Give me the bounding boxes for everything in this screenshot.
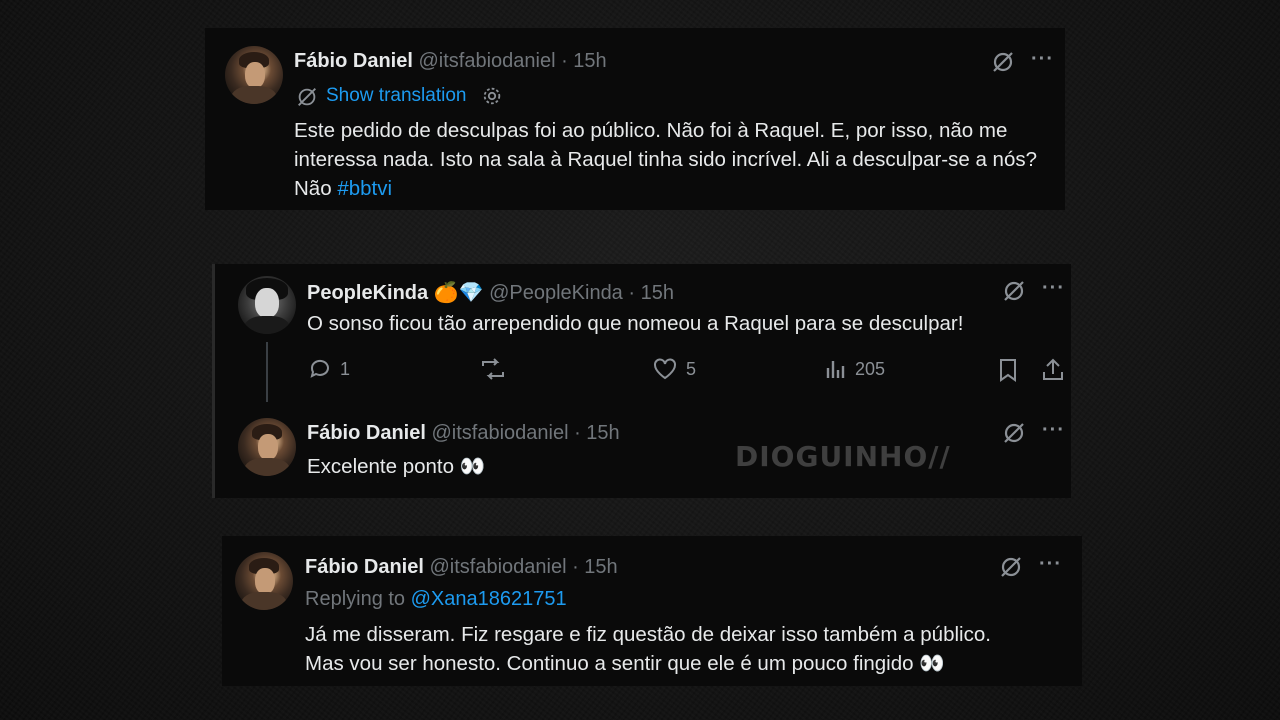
- tweet-text: Este pedido de desculpas foi ao público.…: [294, 116, 1054, 203]
- view-count: 205: [855, 358, 886, 379]
- more-icon[interactable]: ···: [1039, 553, 1062, 576]
- author-name[interactable]: Fábio Daniel: [305, 556, 424, 578]
- timestamp[interactable]: · 15h: [574, 422, 620, 444]
- translate-icon[interactable]: [295, 85, 319, 109]
- author-name[interactable]: Fábio Daniel: [307, 422, 426, 444]
- avatar[interactable]: [235, 552, 293, 610]
- watermark: DIOGUINHO//: [735, 440, 951, 473]
- like-count: 5: [686, 358, 697, 379]
- grok-icon[interactable]: [1001, 420, 1027, 446]
- show-translation-link[interactable]: Show translation: [326, 85, 466, 107]
- reply-button[interactable]: 1: [308, 357, 350, 381]
- reply-icon: [310, 359, 329, 378]
- author-handle[interactable]: @itsfabiodaniel: [418, 50, 555, 72]
- emoji-badges: 🍊💎: [433, 282, 484, 304]
- author-name[interactable]: PeopleKinda: [307, 282, 428, 304]
- bookmark-icon[interactable]: [997, 357, 1019, 383]
- author-handle[interactable]: @PeopleKinda: [489, 282, 623, 304]
- grok-icon[interactable]: [998, 554, 1024, 580]
- tweet-card-4[interactable]: Fábio Daniel @itsfabiodaniel · 15h ··· R…: [222, 536, 1082, 686]
- tweet-text-line-1: Já me disseram. Fiz resgare e fiz questã…: [305, 623, 991, 646]
- share-icon[interactable]: [1041, 357, 1065, 383]
- more-icon[interactable]: ···: [1042, 419, 1065, 442]
- timestamp[interactable]: · 15h: [628, 282, 674, 304]
- retweet-icon: [482, 358, 504, 380]
- timestamp[interactable]: · 15h: [561, 50, 607, 72]
- replying-label: Replying to: [305, 588, 406, 610]
- like-button[interactable]: 5: [652, 357, 696, 381]
- retweet-button[interactable]: [479, 357, 507, 381]
- views-button[interactable]: 205: [825, 357, 885, 381]
- avatar[interactable]: [238, 418, 296, 476]
- tweet-card-2[interactable]: PeopleKinda 🍊💎 @PeopleKinda · 15h ··· O …: [215, 264, 1071, 412]
- avatar[interactable]: [238, 276, 296, 334]
- settings-gear-icon[interactable]: [481, 85, 503, 107]
- reply-count: 1: [340, 358, 351, 379]
- replying-to-link[interactable]: @Xana18621751: [411, 588, 567, 610]
- views-icon: [826, 361, 845, 378]
- tweet-text-content: Este pedido de desculpas foi ao público.…: [294, 119, 1037, 200]
- avatar[interactable]: [225, 46, 283, 104]
- like-icon: [654, 358, 676, 380]
- tweet-card-1[interactable]: Fábio Daniel @itsfabiodaniel · 15h ··· S…: [205, 28, 1065, 210]
- tweet-text-line-2: Mas vou ser honesto. Continuo a sentir q…: [305, 652, 945, 675]
- hashtag-link[interactable]: #bbtvi: [337, 177, 392, 200]
- grok-icon[interactable]: [990, 49, 1016, 75]
- tweet-text: Excelente ponto 👀: [307, 455, 486, 478]
- timestamp[interactable]: · 15h: [572, 556, 618, 578]
- more-icon[interactable]: ···: [1031, 48, 1054, 71]
- author-handle[interactable]: @itsfabiodaniel: [429, 556, 566, 578]
- more-icon[interactable]: ···: [1042, 277, 1065, 300]
- grok-icon[interactable]: [1001, 278, 1027, 304]
- author-handle[interactable]: @itsfabiodaniel: [431, 422, 568, 444]
- tweet-text: O sonso ficou tão arrependido que nomeou…: [307, 312, 964, 335]
- author-name[interactable]: Fábio Daniel: [294, 50, 413, 72]
